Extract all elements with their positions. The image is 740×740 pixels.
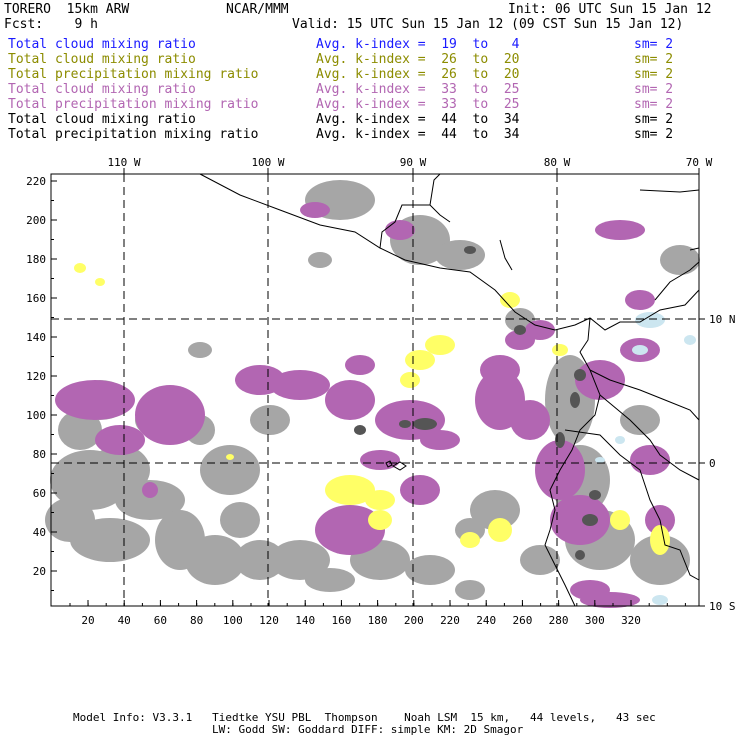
footer-physics-info: LW: Godd SW: Goddard DIFF: simple KM: 2D…	[212, 723, 524, 736]
yellow-cloud	[488, 518, 512, 542]
purple-cloud	[525, 320, 555, 340]
left-y-label: 160	[26, 292, 46, 305]
purple-cloud	[135, 385, 205, 445]
blue-cloud	[595, 457, 605, 463]
dark-cloud	[354, 425, 366, 435]
top-lon-label: 100 W	[251, 156, 284, 169]
bottom-x-label: 220	[440, 614, 460, 627]
yellow-cloud	[74, 263, 86, 273]
dark-cloud	[464, 246, 476, 254]
dark-cloud	[589, 490, 601, 500]
gray-cloud	[188, 342, 212, 358]
left-y-label: 40	[33, 526, 46, 539]
purple-cloud	[625, 290, 655, 310]
bottom-x-label: 280	[549, 614, 569, 627]
yellow-cloud	[400, 372, 420, 388]
left-y-label: 100	[26, 409, 46, 422]
yellow-cloud	[610, 510, 630, 530]
yellow-cloud	[226, 454, 234, 460]
purple-cloud	[345, 355, 375, 375]
left-y-label: 200	[26, 214, 46, 227]
bottom-x-label: 120	[259, 614, 279, 627]
yellow-cloud	[425, 335, 455, 355]
yellow-cloud	[365, 490, 395, 510]
purple-cloud	[55, 380, 135, 420]
gray-cloud	[520, 545, 560, 575]
bottom-x-label: 200	[404, 614, 424, 627]
bottom-x-label: 260	[512, 614, 532, 627]
bottom-x-label: 60	[154, 614, 167, 627]
purple-cloud	[420, 430, 460, 450]
left-y-label: 20	[33, 565, 46, 578]
gray-cloud	[70, 518, 150, 562]
right-lat-label: 10 N	[709, 313, 736, 326]
blue-cloud	[652, 595, 668, 605]
purple-cloud	[142, 482, 158, 498]
bottom-x-label: 240	[476, 614, 496, 627]
blue-cloud	[632, 345, 648, 355]
left-y-label: 220	[26, 175, 46, 188]
purple-cloud	[270, 370, 330, 400]
purple-cloud	[300, 202, 330, 218]
yellow-cloud	[552, 344, 568, 356]
yellow-cloud	[95, 278, 105, 286]
dark-cloud	[514, 325, 526, 335]
dark-cloud	[575, 550, 585, 560]
dark-cloud	[399, 420, 411, 428]
bottom-x-label: 80	[190, 614, 203, 627]
gray-cloud	[200, 445, 260, 495]
bottom-x-label: 20	[81, 614, 94, 627]
bottom-x-label: 160	[331, 614, 351, 627]
gray-cloud	[308, 252, 332, 268]
yellow-cloud	[368, 510, 392, 530]
gray-cloud	[250, 405, 290, 435]
bottom-x-label: 180	[368, 614, 388, 627]
purple-cloud	[325, 380, 375, 420]
blue-cloud	[684, 335, 696, 345]
bottom-x-label: 100	[223, 614, 243, 627]
purple-cloud	[400, 475, 440, 505]
purple-cloud	[510, 400, 550, 440]
purple-cloud	[480, 355, 520, 385]
dark-cloud	[570, 392, 580, 408]
purple-cloud	[630, 445, 670, 475]
yellow-cloud	[460, 532, 480, 548]
top-lon-label: 90 W	[400, 156, 427, 169]
top-lon-label: 110 W	[107, 156, 140, 169]
top-lon-label: 70 W	[686, 156, 713, 169]
left-y-label: 180	[26, 253, 46, 266]
bottom-x-label: 300	[585, 614, 605, 627]
left-y-label: 60	[33, 487, 46, 500]
map-figure: 110 W 100 W 90 W 80 W 70 W 10 N 0 10 S 220 200 180…	[26, 156, 736, 627]
purple-cloud	[95, 425, 145, 455]
gray-cloud	[220, 502, 260, 538]
dark-cloud	[574, 369, 586, 381]
gray-cloud	[305, 568, 355, 592]
bottom-x-label: 40	[118, 614, 131, 627]
purple-cloud	[550, 495, 610, 545]
left-y-label: 120	[26, 370, 46, 383]
dark-cloud	[582, 514, 598, 526]
blue-cloud	[635, 312, 665, 328]
left-y-label: 140	[26, 331, 46, 344]
dark-cloud	[413, 418, 437, 430]
purple-cloud	[385, 220, 415, 240]
left-y-label: 80	[33, 448, 46, 461]
yellow-cloud	[500, 292, 520, 308]
purple-cloud	[570, 580, 610, 600]
right-lat-label: 0	[709, 457, 716, 470]
purple-cloud	[595, 220, 645, 240]
gray-cloud	[455, 580, 485, 600]
yellow-cloud	[405, 350, 435, 370]
bottom-x-label: 140	[295, 614, 315, 627]
top-lon-label: 80 W	[544, 156, 571, 169]
blue-cloud	[615, 436, 625, 444]
yellow-cloud	[650, 525, 670, 555]
gray-cloud	[435, 240, 485, 270]
bottom-x-label: 320	[621, 614, 641, 627]
right-lat-label: 10 S	[709, 600, 736, 613]
